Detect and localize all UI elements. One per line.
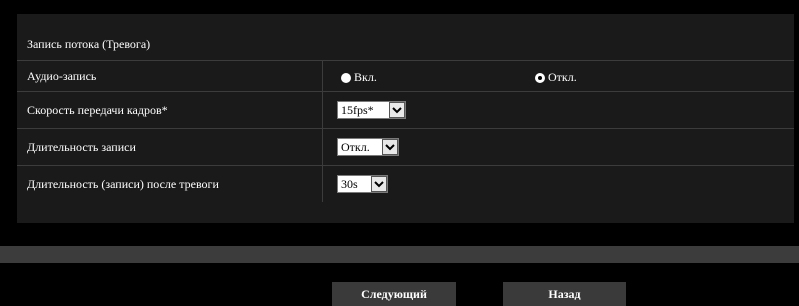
radio-selected-icon[interactable] [535, 72, 545, 83]
record-duration-value[interactable]: Откл. [338, 140, 382, 155]
record-duration-row: Длительность записи Откл. [17, 128, 794, 165]
audio-on-option[interactable]: Вкл. [341, 70, 377, 85]
chevron-down-icon[interactable] [382, 139, 398, 155]
column-divider [322, 92, 323, 128]
frame-rate-row: Скорость передачи кадров* 15fps* [17, 91, 794, 128]
chevron-down-icon[interactable] [371, 176, 387, 192]
audio-off-option[interactable]: Откл. [535, 70, 577, 85]
record-duration-select[interactable]: Откл. [337, 138, 399, 156]
radio-unselected-icon[interactable] [341, 72, 351, 83]
frame-rate-select[interactable]: 15fps* [337, 101, 406, 119]
next-button[interactable]: Следующий [332, 282, 456, 306]
post-alarm-duration-row: Длительность (записи) после тревоги 30s [17, 165, 794, 202]
column-divider [322, 166, 323, 202]
post-alarm-duration-select[interactable]: 30s [337, 175, 388, 193]
record-duration-label: Длительность записи [27, 140, 136, 154]
section-header-row: Запись потока (Тревога) [17, 28, 794, 60]
column-divider [322, 129, 323, 165]
frame-rate-value[interactable]: 15fps* [338, 103, 389, 118]
section-title: Запись потока (Тревога) [27, 37, 151, 51]
post-alarm-duration-value[interactable]: 30s [338, 177, 371, 192]
frame-rate-label: Скорость передачи кадров* [27, 103, 168, 117]
post-alarm-duration-label: Длительность (записи) после тревоги [27, 177, 219, 191]
audio-on-label[interactable]: Вкл. [354, 70, 377, 85]
audio-recording-row: Аудио-запись Вкл. Откл. [17, 60, 794, 91]
chevron-down-icon[interactable] [389, 102, 405, 118]
audio-off-label[interactable]: Откл. [548, 70, 577, 85]
back-button[interactable]: Назад [503, 282, 626, 306]
audio-recording-label: Аудио-запись [27, 69, 97, 83]
column-divider [322, 61, 323, 91]
separator-band [0, 246, 799, 263]
